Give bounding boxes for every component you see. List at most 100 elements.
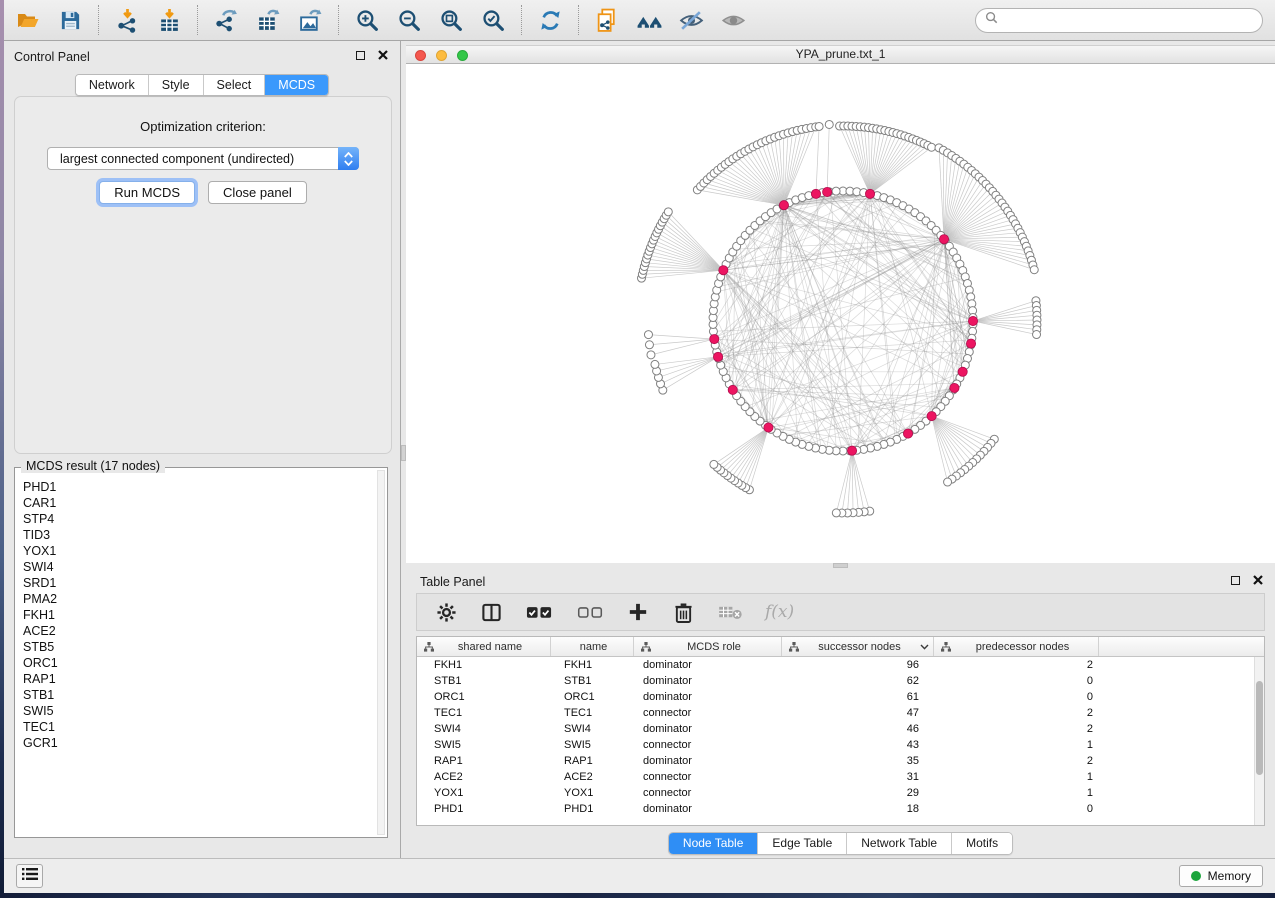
mcds-node-fkh1[interactable]: FKH1 bbox=[23, 607, 375, 623]
list-icon bbox=[22, 867, 38, 886]
function-builder-button[interactable]: f(x) bbox=[765, 602, 794, 622]
control-panel-title: Control Panel bbox=[14, 50, 90, 64]
add-column-button[interactable] bbox=[626, 596, 650, 628]
table-row-phd1[interactable]: PHD1PHD1dominator180 bbox=[417, 801, 1264, 817]
tab-edge-table[interactable]: Edge Table bbox=[758, 833, 847, 854]
show-columns-button[interactable] bbox=[479, 596, 503, 628]
toolbar-separator bbox=[197, 5, 198, 35]
float-panel-icon[interactable] bbox=[356, 51, 365, 60]
network-title: YPA_prune.txt_1 bbox=[796, 47, 886, 61]
open-session-button[interactable] bbox=[12, 4, 44, 36]
mcds-node-stb1[interactable]: STB1 bbox=[23, 687, 375, 703]
hide-selected-button[interactable] bbox=[675, 4, 707, 36]
select-all-icon bbox=[526, 604, 553, 620]
export-image-button[interactable] bbox=[294, 4, 326, 36]
table-row-yox1[interactable]: YOX1YOX1connector291 bbox=[417, 785, 1264, 801]
mcds-tab-content: Optimization criterion: largest connecte… bbox=[14, 96, 392, 454]
memory-button[interactable]: Memory bbox=[1179, 865, 1263, 887]
column-header-mcds-role[interactable]: MCDS role bbox=[634, 637, 782, 656]
mcds-node-yox1[interactable]: YOX1 bbox=[23, 543, 375, 559]
mcds-node-srd1[interactable]: SRD1 bbox=[23, 575, 375, 591]
select-all-button[interactable] bbox=[524, 596, 554, 628]
table-row-orc1[interactable]: ORC1ORC1dominator610 bbox=[417, 689, 1264, 705]
task-history-button[interactable] bbox=[16, 864, 43, 888]
mcds-node-stb5[interactable]: STB5 bbox=[23, 639, 375, 655]
first-neighbors-button[interactable] bbox=[633, 4, 665, 36]
table-row-fkh1[interactable]: FKH1FKH1dominator962 bbox=[417, 657, 1264, 673]
mcds-node-phd1[interactable]: PHD1 bbox=[23, 479, 375, 495]
table-row-stb1[interactable]: STB1STB1dominator620 bbox=[417, 673, 1264, 689]
export-network-button[interactable] bbox=[210, 4, 242, 36]
tab-network[interactable]: Network bbox=[76, 75, 149, 95]
mcds-node-pma2[interactable]: PMA2 bbox=[23, 591, 375, 607]
tab-network-table[interactable]: Network Table bbox=[847, 833, 952, 854]
table-row-swi5[interactable]: SWI5SWI5connector431 bbox=[417, 737, 1264, 753]
mcds-node-car1[interactable]: CAR1 bbox=[23, 495, 375, 511]
table-settings-button[interactable] bbox=[434, 596, 458, 628]
close-panel-icon[interactable] bbox=[378, 50, 388, 60]
tab-mcds[interactable]: MCDS bbox=[265, 75, 328, 95]
desktop-wallpaper-left bbox=[0, 0, 4, 898]
import-network-button[interactable] bbox=[111, 4, 143, 36]
show-all-button[interactable] bbox=[717, 4, 749, 36]
tab-node-table[interactable]: Node Table bbox=[669, 833, 759, 854]
deselect-all-button[interactable] bbox=[575, 596, 605, 628]
zoom-fit-button[interactable] bbox=[435, 4, 467, 36]
table-toolbar: f(x) bbox=[416, 593, 1265, 631]
network-canvas[interactable] bbox=[406, 64, 1275, 563]
zoom-in-button[interactable] bbox=[351, 4, 383, 36]
mcds-node-gcr1[interactable]: GCR1 bbox=[23, 735, 375, 751]
tab-motifs[interactable]: Motifs bbox=[952, 833, 1012, 854]
table-row-ace2[interactable]: ACE2ACE2connector311 bbox=[417, 769, 1264, 785]
zoom-selected-button[interactable] bbox=[477, 4, 509, 36]
float-panel-icon[interactable] bbox=[1231, 576, 1240, 585]
table-row-swi4[interactable]: SWI4SWI4dominator462 bbox=[417, 721, 1264, 737]
maximize-window-icon[interactable] bbox=[457, 50, 468, 61]
column-header-predecessor-nodes[interactable]: predecessor nodes bbox=[934, 637, 1099, 656]
table-row-rap1[interactable]: RAP1RAP1dominator352 bbox=[417, 753, 1264, 769]
eye-slash-icon bbox=[678, 8, 705, 33]
network-window-titlebar[interactable]: YPA_prune.txt_1 bbox=[406, 45, 1275, 64]
scrollbar-thumb[interactable] bbox=[1256, 681, 1263, 775]
export-table-button[interactable] bbox=[252, 4, 284, 36]
mcds-node-tid3[interactable]: TID3 bbox=[23, 527, 375, 543]
delete-column-button[interactable] bbox=[671, 596, 695, 628]
column-header-successor-nodes[interactable]: successor nodes bbox=[782, 637, 934, 656]
column-header-shared-name[interactable]: shared name bbox=[417, 637, 551, 656]
import-network-icon bbox=[115, 8, 140, 33]
close-panel-button[interactable]: Close panel bbox=[208, 181, 307, 204]
zoom-out-button[interactable] bbox=[393, 4, 425, 36]
desktop-wallpaper-bottom bbox=[0, 893, 1275, 898]
optimization-criterion-select[interactable]: largest connected component (undirected) bbox=[47, 147, 359, 170]
column-header-name[interactable]: name bbox=[551, 637, 634, 656]
mcds-node-stp4[interactable]: STP4 bbox=[23, 511, 375, 527]
network-graph[interactable] bbox=[406, 64, 1275, 563]
table-row-tec1[interactable]: TEC1TEC1connector472 bbox=[417, 705, 1264, 721]
search-field[interactable] bbox=[975, 8, 1263, 33]
mcds-node-swi5[interactable]: SWI5 bbox=[23, 703, 375, 719]
mcds-node-orc1[interactable]: ORC1 bbox=[23, 655, 375, 671]
table-header-row: shared namenameMCDS rolesuccessor nodesp… bbox=[417, 637, 1264, 657]
minimize-window-icon[interactable] bbox=[436, 50, 447, 61]
close-panel-icon[interactable] bbox=[1253, 575, 1263, 585]
export-network-icon bbox=[214, 8, 239, 33]
delete-table-button[interactable] bbox=[716, 596, 744, 628]
save-session-button[interactable] bbox=[54, 4, 86, 36]
mcds-node-swi4[interactable]: SWI4 bbox=[23, 559, 375, 575]
mcds-node-ace2[interactable]: ACE2 bbox=[23, 623, 375, 639]
mcds-list-scrollbar[interactable] bbox=[377, 470, 385, 835]
tab-style[interactable]: Style bbox=[149, 75, 204, 95]
tab-select[interactable]: Select bbox=[204, 75, 266, 95]
run-mcds-button[interactable]: Run MCDS bbox=[99, 181, 195, 204]
table-scrollbar[interactable] bbox=[1254, 657, 1264, 825]
layout-refresh-button[interactable] bbox=[534, 4, 566, 36]
close-window-icon[interactable] bbox=[415, 50, 426, 61]
table-panel-title: Table Panel bbox=[420, 575, 485, 589]
mcds-node-rap1[interactable]: RAP1 bbox=[23, 671, 375, 687]
new-network-from-selection-button[interactable] bbox=[591, 4, 623, 36]
mcds-node-tec1[interactable]: TEC1 bbox=[23, 719, 375, 735]
import-table-button[interactable] bbox=[153, 4, 185, 36]
optimization-criterion-label: Optimization criterion: bbox=[15, 119, 391, 134]
search-input[interactable] bbox=[1003, 13, 1253, 27]
export-image-icon bbox=[298, 8, 323, 33]
